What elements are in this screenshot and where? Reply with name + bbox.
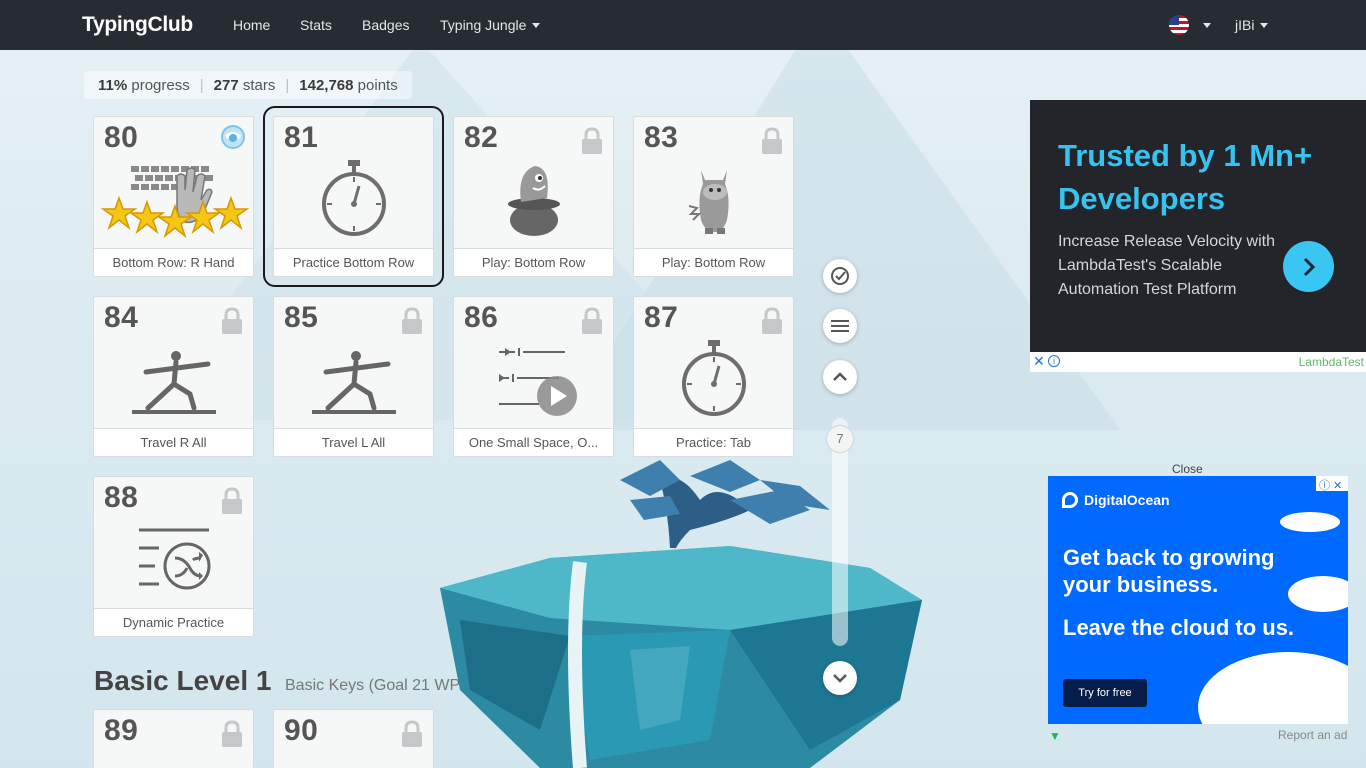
ad-headline: Get back to growing your business. [1063, 545, 1275, 597]
chevron-down-icon [1260, 23, 1269, 28]
close-ad-icon[interactable]: ✕ [1033, 353, 1045, 370]
lock-icon [221, 720, 243, 748]
close-ad-icon[interactable]: ✕ [1333, 480, 1342, 492]
divider: | [285, 76, 290, 94]
chevron-up-icon [833, 372, 847, 381]
chevron-down-icon [532, 23, 541, 28]
digitalocean-logo-icon [1062, 492, 1078, 508]
stars-label: stars [242, 76, 276, 94]
yoga-pose-icon [274, 329, 433, 427]
lesson-card-84[interactable]: 84 Travel R All [93, 296, 254, 457]
lesson-card-82[interactable]: 82 Play: Bottom Row [453, 116, 614, 277]
lesson-title: Bottom Row: R Hand [94, 248, 253, 276]
completed-filter-button[interactable] [823, 259, 857, 293]
lambdatest-ad[interactable]: Trusted by 1 Mn+ Developers Increase Rel… [1030, 100, 1366, 352]
chevron-down-icon [833, 674, 847, 683]
floating-island-illustration [440, 460, 922, 768]
divider: | [199, 76, 204, 94]
menu-button[interactable] [823, 309, 857, 343]
stopwatch-icon [634, 329, 793, 427]
progress-label: progress [131, 76, 190, 94]
lesson-number: 90 [284, 714, 319, 747]
lesson-title: Practice Bottom Row [274, 248, 433, 276]
lesson-title: Play: Bottom Row [634, 248, 793, 276]
info-icon[interactable]: ⓘ [1319, 480, 1330, 492]
lesson-card-86[interactable]: 86 One Small Space, O... [453, 296, 614, 457]
us-flag-icon[interactable] [1169, 15, 1189, 35]
lesson-card-80[interactable]: 80 Bottom Row: R Hand [93, 116, 254, 277]
username: jIBi [1235, 17, 1255, 33]
hamburger-icon [831, 320, 849, 332]
level-scroll-indicator[interactable]: 7 [826, 425, 854, 453]
points-label: points [357, 76, 398, 94]
lesson-title: Dynamic Practice [94, 608, 253, 636]
ad-body: Increase Release Velocity with LambdaTes… [1058, 233, 1275, 298]
info-icon[interactable]: i [1048, 355, 1060, 367]
lesson-title: Travel L All [274, 428, 433, 456]
lesson-card-81[interactable]: 81 Practice Bottom Row [263, 106, 444, 287]
ad-headline-secondary: Leave the cloud to us. [1063, 615, 1295, 640]
try-for-free-button[interactable]: Try for free [1063, 679, 1147, 707]
progress-percent: 11% [98, 76, 128, 94]
nav-badges-link[interactable]: Badges [362, 17, 409, 33]
scroll-up-button[interactable] [823, 360, 857, 394]
lesson-card-90[interactable]: 90 [273, 709, 434, 768]
keyboard-hand-stars-icon [94, 149, 253, 247]
monster-icon [634, 149, 793, 247]
cloud-decoration [1198, 652, 1348, 724]
lesson-card-83[interactable]: 83 Play: Bottom Row [633, 116, 794, 277]
nav-stats-link[interactable]: Stats [300, 17, 332, 33]
lesson-card-89[interactable]: 89 [93, 709, 254, 768]
chevron-right-icon [1303, 257, 1315, 276]
chevron-down-icon[interactable] [1203, 23, 1211, 28]
ad-source[interactable]: LambdaTest [1299, 355, 1364, 369]
ad-headline: Trusted by 1 Mn+ Developers [1058, 138, 1313, 216]
check-circle-icon [831, 267, 849, 285]
lesson-title: Play: Bottom Row [454, 248, 613, 276]
stopwatch-icon [274, 149, 433, 247]
lesson-number: 89 [104, 714, 139, 747]
ad-brand: DigitalOcean [1084, 492, 1170, 508]
ad-choices-control[interactable]: ⓘ ✕ [1316, 476, 1348, 492]
cloud-decoration [1280, 512, 1340, 532]
lesson-card-87[interactable]: 87 Practice: Tab [633, 296, 794, 457]
yoga-pose-icon [94, 329, 253, 427]
ad-choices-bar: ✕ i LambdaTest [1030, 352, 1366, 372]
progress-summary: 11% progress | 277 stars | 142,768 point… [84, 71, 412, 99]
nav-typing-jungle-label: Typing Jungle [440, 17, 527, 33]
brand-logo[interactable]: TypingClub [82, 13, 193, 37]
nav-typing-jungle-dropdown[interactable]: Typing Jungle [440, 17, 541, 33]
close-link[interactable]: Close [1172, 462, 1203, 476]
report-ad-link[interactable]: Report an ad [1278, 728, 1347, 742]
user-menu[interactable]: jIBi [1235, 17, 1269, 33]
pot-creature-icon [454, 149, 613, 247]
nav-home-link[interactable]: Home [233, 17, 270, 33]
tab-video-icon [454, 329, 613, 427]
top-navbar: TypingClub Home Stats Badges Typing Jung… [0, 0, 1366, 50]
badge-wings-icon [219, 123, 247, 151]
shuffle-lines-icon [94, 509, 253, 607]
stars-count: 277 [213, 76, 239, 94]
section-title: Basic Level 1 [94, 665, 272, 696]
lesson-card-88[interactable]: 88 Dynamic Practice [93, 476, 254, 637]
digitalocean-ad[interactable]: DigitalOcean Get back to growing your bu… [1048, 476, 1348, 724]
ad-arrow-button[interactable] [1283, 241, 1334, 292]
lock-icon [401, 720, 423, 748]
points-count: 142,768 [299, 76, 354, 94]
ad-provider-icon: ▼ [1049, 729, 1061, 743]
digitalocean-logo: DigitalOcean [1062, 492, 1170, 508]
scroll-down-button[interactable] [823, 661, 857, 695]
lesson-card-85[interactable]: 85 Travel L All [273, 296, 434, 457]
lesson-title: Travel R All [94, 428, 253, 456]
